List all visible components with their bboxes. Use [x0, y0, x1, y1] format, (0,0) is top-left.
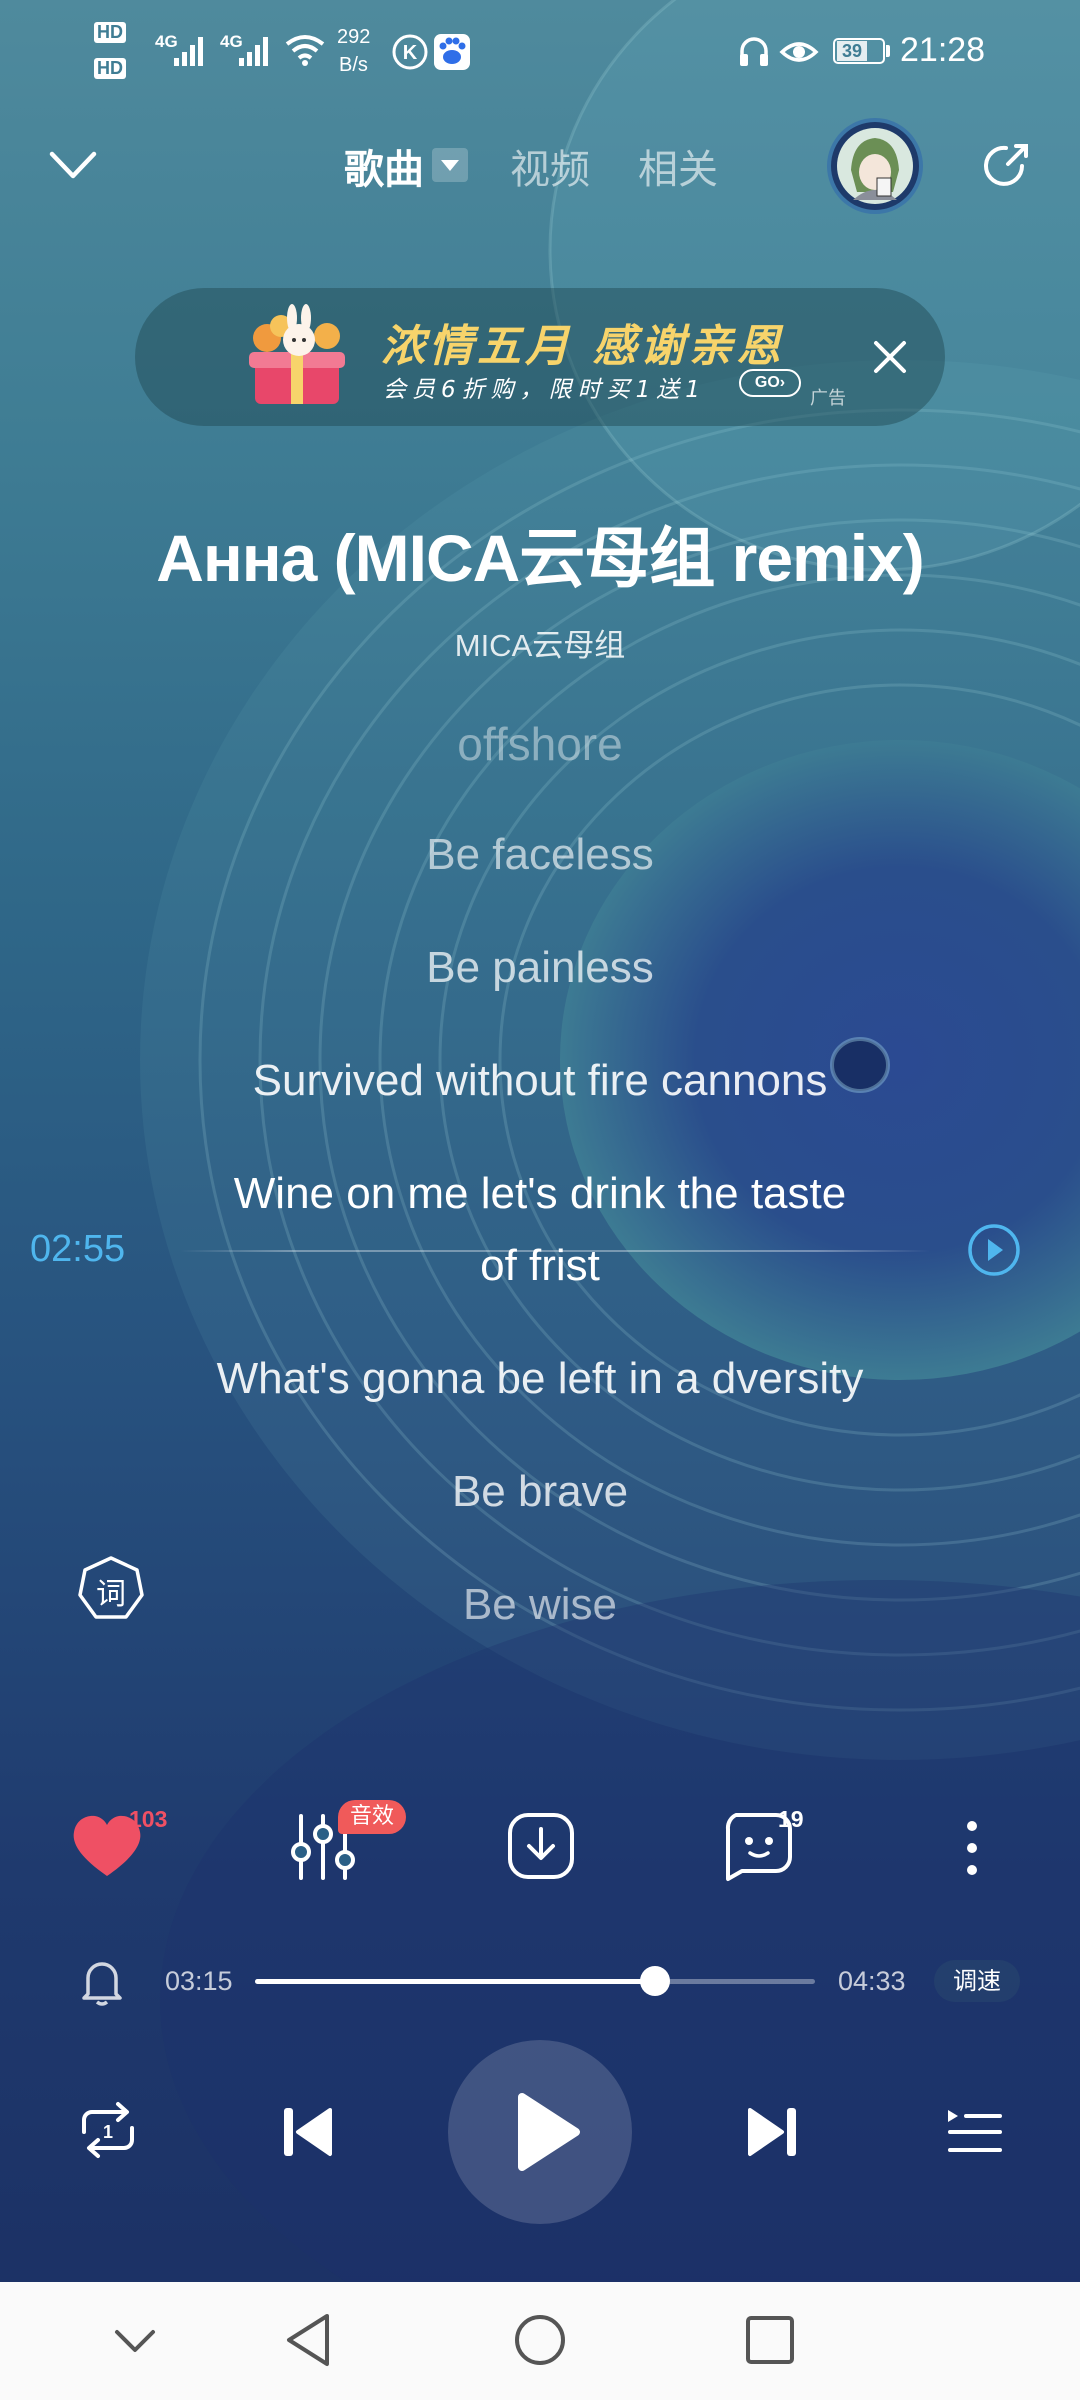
lyric-seek-line	[180, 1250, 930, 1252]
bell-icon[interactable]	[80, 1958, 124, 2006]
signal-icon-1	[174, 37, 203, 66]
ad-tag: 广告	[810, 388, 846, 409]
lyric-play-from-here-icon[interactable]	[966, 1222, 1022, 1278]
ad-go-label: GO	[754, 374, 780, 391]
lyric-line[interactable]: offshore	[0, 717, 1080, 771]
download-icon[interactable]	[506, 1811, 576, 1881]
lyric-line[interactable]: Be wise	[0, 1580, 1080, 1630]
battery-tip	[886, 45, 890, 57]
music-player-screen: HD HD 4G 4G 292 B/s K 39 21:28 歌曲 视频 相关 …	[0, 0, 1080, 2400]
comment-count: 19	[778, 1806, 804, 1832]
song-title: Анна (MICA云母组 remix)	[156, 521, 925, 595]
svg-text:K: K	[403, 42, 418, 64]
nav-home-icon[interactable]	[512, 2312, 568, 2368]
repeat-icon[interactable]: 1	[76, 2098, 140, 2162]
nav-recents-icon[interactable]	[744, 2314, 796, 2366]
go-arrow-icon: ›	[779, 374, 786, 391]
current-time: 03:15	[165, 1966, 233, 1996]
effects-badge: 音效	[338, 1800, 407, 1834]
playlist-icon[interactable]	[944, 2104, 1004, 2160]
app-notification-icon-baidu	[434, 34, 470, 70]
tab-related[interactable]: 相关	[638, 137, 718, 195]
network-speed-unit: B/s	[339, 54, 368, 76]
nav-collapse-icon[interactable]	[113, 2326, 157, 2356]
play-button[interactable]	[448, 2040, 632, 2224]
play-icon	[518, 2093, 580, 2171]
progress-knob[interactable]	[639, 1966, 670, 1996]
network-speed-value: 292	[337, 26, 371, 48]
status-bar: HD HD 4G 4G 292 B/s K 39 21:28	[0, 0, 1080, 100]
lyric-line-current[interactable]: Wine on me let's drink the taste	[0, 1169, 1080, 1219]
battery-indicator: 39	[833, 38, 885, 64]
ad-banner[interactable]: 浓情五月 感谢亲恩 会员6折购，限时买1送1 GO› 广告	[135, 288, 945, 426]
avatar-image	[837, 128, 913, 204]
lyric-line[interactable]: Survived without fire cannons	[0, 1056, 1080, 1106]
total-time: 04:33	[838, 1966, 906, 1996]
like-count: 103	[129, 1806, 168, 1832]
system-navigation-bar	[0, 2282, 1080, 2400]
tab-song-dropdown[interactable]	[432, 148, 468, 182]
lyric-button[interactable]: 词	[74, 1554, 148, 1624]
lyric-button-label: 词	[96, 1577, 126, 1612]
lyric-line[interactable]: Be faceless	[0, 830, 1080, 880]
avatar[interactable]	[827, 118, 923, 214]
lyric-line[interactable]: Be brave	[0, 1467, 1080, 1517]
ad-title: 浓情五月 感谢亲恩	[381, 321, 785, 372]
signal-icon-2	[239, 37, 268, 66]
speed-button[interactable]: 调速	[934, 1960, 1020, 2002]
lyric-line-current-cont[interactable]: of frist	[0, 1241, 1080, 1291]
tab-video[interactable]: 视频	[510, 137, 590, 195]
svg-text:1: 1	[103, 2122, 113, 2142]
clock: 21:28	[900, 31, 986, 69]
gift-box-bunny-image	[249, 304, 345, 404]
collapse-chevron-icon[interactable]	[46, 146, 100, 186]
more-icon[interactable]	[962, 1818, 982, 1878]
share-icon[interactable]	[978, 138, 1034, 194]
next-icon[interactable]	[744, 2104, 800, 2160]
lyric-line[interactable]: Be painless	[0, 943, 1080, 993]
app-notification-icon-k: K	[392, 34, 428, 70]
close-icon[interactable]	[870, 337, 910, 377]
lyric-line[interactable]: What's gonna be left in a dversity	[0, 1354, 1080, 1404]
eye-comfort-icon	[779, 42, 819, 62]
ad-go-button[interactable]: GO›	[739, 369, 801, 397]
lyric-seek-time: 02:55	[30, 1228, 126, 1270]
progress-track[interactable]	[255, 1966, 815, 1996]
headphone-icon	[740, 37, 768, 66]
wifi-icon	[285, 35, 325, 66]
sim1-hd-label: HD	[94, 22, 126, 43]
previous-icon[interactable]	[280, 2104, 336, 2160]
dropdown-triangle-icon	[441, 160, 459, 171]
progress-fill	[255, 1979, 655, 1984]
ad-subtitle: 会员6折购，限时买1送1	[383, 377, 706, 403]
song-artist[interactable]: MICA云母组	[0, 620, 1080, 665]
nav-back-icon[interactable]	[283, 2312, 333, 2368]
sim2-hd-label: HD	[94, 58, 126, 79]
tab-song[interactable]: 歌曲	[344, 137, 424, 195]
battery-level: 39	[837, 41, 867, 61]
